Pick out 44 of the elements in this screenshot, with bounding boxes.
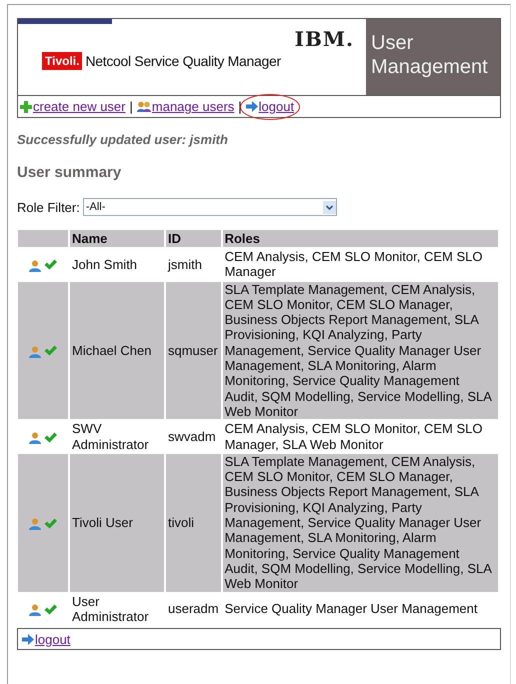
role-filter-dropdown[interactable]: -All- — [82, 198, 337, 216]
table-cell-text: John Smith — [71, 256, 138, 274]
user-icon — [29, 604, 41, 616]
separator: | — [130, 99, 133, 114]
table-cell: Tivoli User — [70, 454, 164, 592]
table-cell: Michael Chen — [70, 282, 164, 420]
status-message: Successfully updated user: jsmith — [17, 132, 229, 147]
plus-icon — [20, 100, 32, 112]
product-name: Netcool Service Quality Manager — [85, 53, 281, 69]
manage-users-link[interactable]: manage users — [136, 99, 234, 114]
user-icon — [29, 432, 41, 444]
column-header: Name — [70, 230, 164, 247]
logout-link[interactable]: logout — [246, 99, 294, 114]
table-cell-text: useradm — [167, 600, 220, 618]
user-icon — [29, 518, 41, 530]
table-cell-text: CEM Analysis, CEM SLO Monitor, CEM SLO Manager, SLA Web Monitor — [224, 421, 484, 452]
filter-label: Role Filter: — [17, 200, 80, 214]
table-cell-text: CEM Analysis, CEM SLO Monitor, CEM SLO Manager — [224, 249, 484, 280]
table-cell-text: User Administrator — [71, 594, 150, 624]
table-cell-text: Service Quality Manager User Management — [224, 600, 478, 618]
edit-user-link[interactable] — [29, 516, 41, 531]
user-icon — [29, 346, 41, 358]
brand-logo: Tivoli. — [42, 52, 82, 70]
create-user-link[interactable]: create new user — [20, 99, 126, 114]
arrow-right-icon — [246, 101, 258, 112]
section-title: User summary — [17, 164, 122, 181]
vendor-logo: IBM. — [294, 28, 354, 50]
logout-link[interactable]: logout — [22, 632, 70, 647]
table-cell: tivoli — [166, 454, 221, 592]
table-cell: SLA Template Management, CEM Analysis, CEM SLO Monitor, CEM SLO Manager, Business Objects Report Management, SLA Provisioning, KQI Analyzing, Party Management, Service Quality Manager User Management, SLA Monitoring, Alarm Monitoring, Service Quality Management Audit, SQM Modelling, Service Modelling, SLA Web Monitor — [222, 454, 498, 592]
separator: | — [238, 99, 242, 114]
arrow-right-icon — [22, 634, 34, 645]
user-icon — [29, 260, 41, 272]
users-icon — [136, 100, 151, 112]
table-cell-text: SWV Administrator — [71, 421, 150, 452]
chevron-down-icon — [322, 200, 336, 214]
table-cell-text: jsmith — [166, 256, 203, 274]
table-cell: sqmuser — [166, 282, 221, 420]
table-cell-text: swvadm — [167, 428, 217, 446]
table-cell: SLA Template Management, CEM Analysis, CEM SLO Monitor, CEM SLO Manager, Business Objects Report Management, SLA Provisioning, KQI Analyzing, Party Management, Service Quality Manager User Management, SLA Monitoring, Alarm Monitoring, Service Quality Management Audit, SQM Modelling, Service Modelling, SLA Web Monitor — [222, 282, 498, 420]
column-header: ID — [166, 230, 221, 247]
column-header: Roles — [222, 230, 498, 247]
page-title: User Management — [366, 19, 500, 95]
edit-user-link[interactable] — [29, 602, 41, 617]
